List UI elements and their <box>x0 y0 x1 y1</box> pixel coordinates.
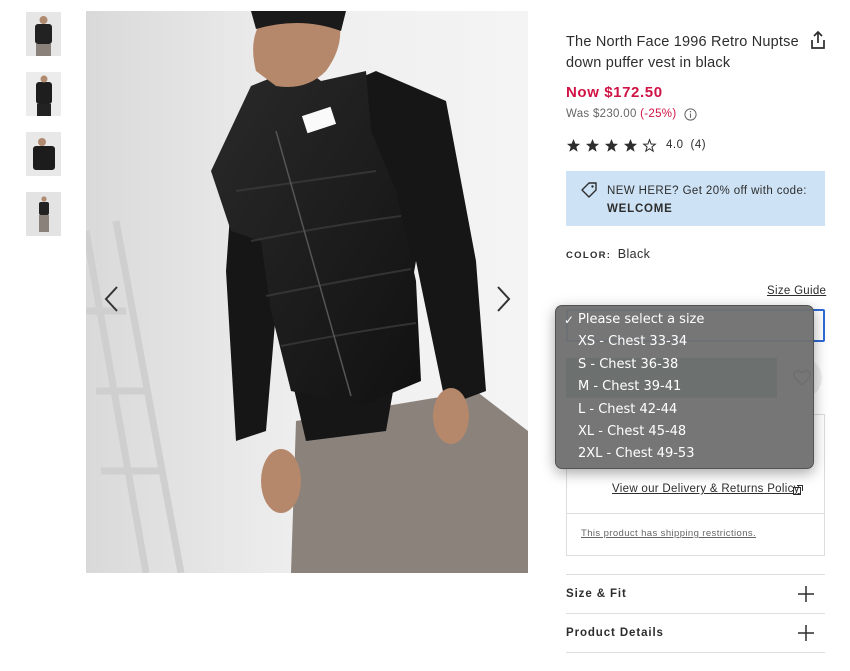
promo-banner: NEW HERE? Get 20% off with code: WELCOME <box>566 171 825 226</box>
star-filled-icon <box>623 138 638 152</box>
chevron-right-icon <box>497 286 511 312</box>
star-filled-icon <box>566 138 581 152</box>
share-icon <box>811 30 825 49</box>
size-option-label: Please select a size <box>578 312 705 327</box>
divider <box>567 513 824 514</box>
size-option-label: M - Chest 39-41 <box>578 379 682 395</box>
size-option[interactable]: S - Chest 36-38 <box>556 354 813 376</box>
thumbnail-3[interactable] <box>26 132 61 176</box>
star-empty-icon <box>642 137 657 152</box>
thumbnail-1[interactable] <box>26 12 61 56</box>
product-photo <box>86 11 528 573</box>
size-option-label: XS - Chest 33-34 <box>578 334 688 350</box>
size-option[interactable]: M - Chest 39-41 <box>556 376 813 398</box>
accordion-size-fit[interactable]: Size & Fit <box>566 574 825 613</box>
discount-badge: (-25%) <box>640 108 677 120</box>
size-option[interactable]: ✓ Please select a size <box>556 309 813 331</box>
shipping-restrictions-link[interactable]: This product has shipping restrictions. <box>581 528 756 539</box>
size-option-label: XL - Chest 45-48 <box>578 423 687 439</box>
product-title: The North Face 1996 Retro Nuptse down pu… <box>566 34 799 71</box>
next-image-button[interactable] <box>488 281 518 317</box>
star-filled-icon <box>585 138 600 152</box>
promo-code: WELCOME <box>607 203 673 215</box>
color-row: COLOR: Black <box>566 247 650 261</box>
promo-text: NEW HERE? Get 20% off with code: <box>607 185 807 197</box>
main-product-image <box>86 11 528 573</box>
info-icon[interactable] <box>684 108 697 121</box>
size-option-label: 2XL - Chest 49-53 <box>578 446 695 462</box>
divider <box>566 652 825 653</box>
plus-icon <box>798 586 814 602</box>
accordion-label: Size & Fit <box>566 588 627 600</box>
rating[interactable]: 4.0 (4) <box>566 137 706 153</box>
color-value: Black <box>617 247 651 261</box>
review-count: (4) <box>690 139 707 151</box>
size-option[interactable]: XS - Chest 33-34 <box>556 331 813 353</box>
star-filled-icon <box>604 138 619 152</box>
accordion-product-details[interactable]: Product Details <box>566 613 825 652</box>
accordion-label: Product Details <box>566 627 664 639</box>
size-dropdown-menu[interactable]: ✓ Please select a size XS - Chest 33-34 S… <box>555 305 814 469</box>
size-option-label: S - Chest 36-38 <box>578 356 679 372</box>
rating-value: 4.0 <box>666 139 684 151</box>
check-icon: ✓ <box>564 313 575 327</box>
current-price: Now $172.50 <box>566 84 663 101</box>
delivery-returns-link[interactable]: View our Delivery & Returns Policy <box>612 483 800 495</box>
previous-image-button[interactable] <box>97 281 127 317</box>
external-link-icon <box>793 485 803 495</box>
size-option[interactable]: L - Chest 42-44 <box>556 399 813 421</box>
size-option[interactable]: 2XL - Chest 49-53 <box>556 443 813 465</box>
tag-icon <box>581 182 597 198</box>
share-button[interactable] <box>808 30 828 50</box>
color-label: COLOR: <box>566 250 612 261</box>
thumbnail-2[interactable] <box>26 72 61 116</box>
size-option-label: L - Chest 42-44 <box>578 401 678 417</box>
plus-icon <box>798 625 814 641</box>
was-price-text: Was $230.00 <box>566 108 637 120</box>
previous-price: Was $230.00 (-25%) <box>566 108 676 120</box>
size-option[interactable]: XL - Chest 45-48 <box>556 421 813 443</box>
thumbnail-4[interactable] <box>26 192 61 236</box>
chevron-left-icon <box>104 286 118 312</box>
size-guide-link[interactable]: Size Guide <box>767 285 826 297</box>
